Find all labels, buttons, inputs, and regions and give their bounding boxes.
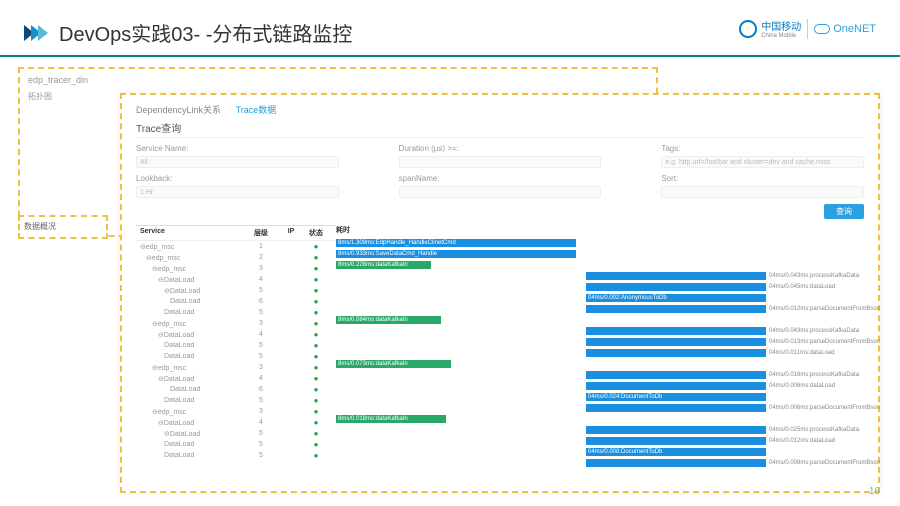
tags-input[interactable]: e.g. http.url=/foo/bar and cluster=dev a… [661, 156, 864, 168]
th-ip: IP [276, 228, 306, 238]
timeline-bar[interactable]: 04ms/0.002:AnonymousToDb [586, 294, 766, 302]
sort-input[interactable] [661, 186, 864, 198]
trace-row[interactable]: ⊖edp_msc3● [136, 406, 336, 417]
trace-row[interactable]: ⊖edp_msc3● [136, 318, 336, 329]
duration-input[interactable] [399, 156, 602, 168]
th-service: Service [136, 228, 246, 238]
onenet-logo: OneNET [814, 23, 876, 35]
trace-row[interactable]: ⊖DataLoad4● [136, 417, 336, 428]
spanname-label: spanName: [399, 174, 602, 183]
timeline-bar[interactable]: 04ms/0.045ms:dataLoad [586, 283, 766, 291]
page-number: 16 [869, 486, 880, 497]
timeline-bar[interactable]: 04ms/0.008ms:dataLoad [586, 382, 766, 390]
trace-row[interactable]: ⊖DataLoad4● [136, 329, 336, 340]
timeline-bar[interactable]: 04ms/0.008ms:parseDocumentFromBson [586, 459, 766, 467]
timeline-bar[interactable]: 04ms/0.008:DocumentToDb [586, 448, 766, 456]
trace-row[interactable]: DataLoad5● [136, 307, 336, 318]
trace-query-title: Trace查询 [136, 120, 864, 135]
data-overview-label: 数据概况 [18, 215, 108, 239]
sort-label: Sort: [661, 174, 864, 183]
timeline-bar[interactable]: 8ms/0.018ms:dataKafkaIn [336, 415, 446, 423]
service-name-label: Service Name: [136, 144, 339, 153]
duration-label: Duration (μs) >=: [399, 144, 602, 153]
trace-row[interactable]: DataLoad6● [136, 296, 336, 307]
trace-row[interactable]: ⊖DataLoad5● [136, 285, 336, 296]
trace-row[interactable]: ⊖DataLoad4● [136, 373, 336, 384]
header-divider [0, 55, 900, 57]
trace-row[interactable]: DataLoad5● [136, 351, 336, 362]
trace-row[interactable]: ⊖edp_msc1● [136, 241, 336, 252]
logo-group: 中国移动 China Mobile OneNET [739, 18, 876, 39]
lookback-input[interactable]: 1 Hr [136, 186, 339, 198]
timeline-bar[interactable]: 8ms/0.073ms:dataKafkaIn [336, 360, 451, 368]
china-mobile-logo: 中国移动 China Mobile [739, 18, 801, 39]
trace-row[interactable]: DataLoad5● [136, 450, 336, 461]
timeline-bar[interactable]: 04ms/0.043ms:processKafkaData [586, 272, 766, 280]
timeline-bar[interactable]: 04ms/0.013ms:parseDocumentFromBson [586, 338, 766, 346]
timeline-bar[interactable]: 04ms/0.012ms:parseDocumentFromBson [586, 305, 766, 313]
slide-title: DevOps实践03- -分布式链路监控 [59, 18, 352, 47]
timeline-bar[interactable]: 8ms/0.933ms:SaveDataCmd_Handle [336, 250, 576, 258]
trace-timeline: 耗时 8ms/1.309ms:EdpHandle_HandleClinetCmd… [336, 225, 864, 461]
service-name-input[interactable]: All [136, 156, 339, 168]
timeline-bar[interactable]: 8ms/0.084ms:dataKafkaIn [336, 316, 441, 324]
trace-row[interactable]: ⊖DataLoad4● [136, 274, 336, 285]
timeline-bar[interactable]: 04ms/0.006ms:parseDocumentFromBson [586, 404, 766, 412]
trace-row[interactable]: ⊖edp_msc3● [136, 263, 336, 274]
cloud-icon [814, 24, 830, 34]
timeline-bar[interactable]: 04ms/0.043ms:processKafkaData [586, 327, 766, 335]
th-level: 层级 [246, 228, 276, 238]
trace-row[interactable]: ⊖edp_msc3● [136, 362, 336, 373]
search-button[interactable]: 查询 [824, 204, 864, 219]
timeline-bar[interactable]: 8ms/0.228ms:dataKafkaIn [336, 261, 431, 269]
trace-tree: Service 层级 IP 状态 ⊖edp_msc1●⊖edp_msc2●⊖ed… [136, 225, 336, 461]
timeline-bar[interactable]: 8ms/1.309ms:EdpHandle_HandleClinetCmd [336, 239, 576, 247]
chevron-decoration [24, 25, 45, 41]
timeline-bar[interactable]: 04ms/0.024:DocumentToDb [586, 393, 766, 401]
th-timeline: 耗时 [336, 225, 350, 235]
slide-header: DevOps实践03- -分布式链路监控 中国移动 China Mobile O… [0, 0, 900, 55]
trace-row[interactable]: ⊖edp_msc2● [136, 252, 336, 263]
timeline-bar[interactable]: 04ms/0.025ms:processKafkaData [586, 426, 766, 434]
tab-dependency[interactable]: DependencyLink关系 [136, 105, 221, 115]
timeline-bar[interactable]: 04ms/0.011ms:dataLoad [586, 349, 766, 357]
trace-panel: DependencyLink关系 Trace数据 Trace查询 Service… [120, 93, 880, 493]
trace-row[interactable]: ⊖DataLoad5● [136, 428, 336, 439]
trace-row[interactable]: DataLoad5● [136, 395, 336, 406]
topology-title: edp_tracer_din [28, 75, 648, 85]
trace-row[interactable]: DataLoad6● [136, 384, 336, 395]
timeline-bar[interactable]: 04ms/0.012ms:dataLoad [586, 437, 766, 445]
lookback-label: Lookback: [136, 174, 339, 183]
tags-label: Tags: [661, 144, 864, 153]
trace-row[interactable]: DataLoad5● [136, 439, 336, 450]
spanname-input[interactable] [399, 186, 602, 198]
trace-row[interactable]: DataLoad5● [136, 340, 336, 351]
tab-trace[interactable]: Trace数据 [236, 105, 277, 115]
th-status: 状态 [306, 228, 326, 238]
timeline-bar[interactable]: 04ms/0.016ms:processKafkaData [586, 371, 766, 379]
